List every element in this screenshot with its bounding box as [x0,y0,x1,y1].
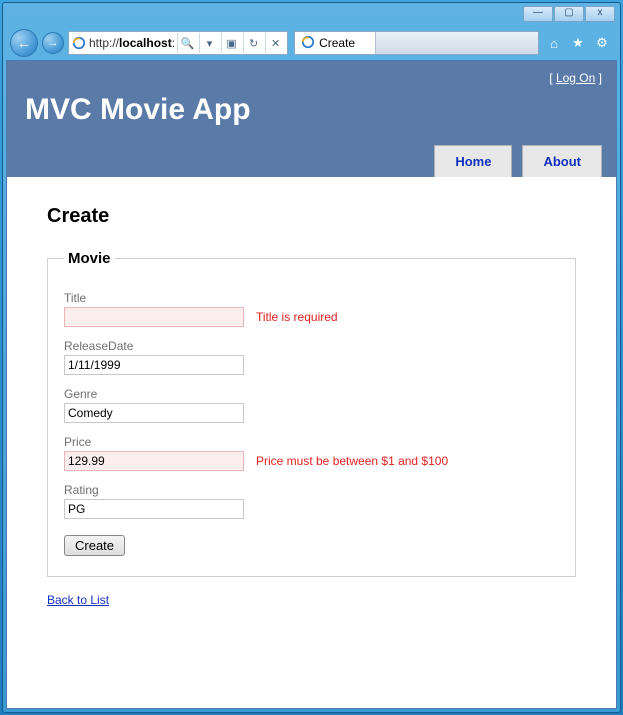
logon-row: [ Log On ] [21,71,602,85]
browser-tab[interactable]: Create [295,32,376,54]
field-title: Title Title is required [64,291,559,327]
movie-fieldset: Movie Title Title is required ReleaseDat… [47,250,576,577]
browser-nav-row: ← → http://localhost: 🔍 ▾ ▣ ↻ ✕ Create [6,26,617,60]
nav-tab-home[interactable]: Home [434,145,512,177]
price-label: Price [64,435,559,449]
page-body: Create Movie Title Title is required Rel… [7,177,616,629]
page-header: [ Log On ] MVC Movie App Home About [7,61,616,177]
title-error: Title is required [256,310,338,324]
back-button[interactable]: ← [10,29,38,57]
app-title: MVC Movie App [21,85,602,145]
field-price: Price Price must be between $1 and $100 [64,435,559,471]
tools-icon[interactable]: ⚙ [593,34,611,52]
favorites-icon[interactable]: ★ [569,34,587,52]
genre-input[interactable] [64,403,244,423]
price-error: Price must be between $1 and $100 [256,454,448,468]
home-icon[interactable]: ⌂ [545,34,563,52]
stop-icon[interactable]: ✕ [265,33,285,53]
tab-strip: Create [294,31,539,55]
genre-label: Genre [64,387,559,401]
releasedate-input[interactable] [64,355,244,375]
field-releasedate: ReleaseDate [64,339,559,375]
tab-title: Create [319,36,355,50]
refresh-icon[interactable]: ↻ [243,33,263,53]
back-to-list-link[interactable]: Back to List [47,593,109,607]
address-dropdown-icon[interactable]: ▾ [199,33,219,53]
window-frame: — ▢ x ← → http://localhost: 🔍 ▾ ▣ ↻ ✕ [2,2,621,713]
close-button[interactable]: x [585,6,615,22]
page-heading: Create [47,205,576,228]
field-genre: Genre [64,387,559,423]
create-button[interactable]: Create [64,535,125,556]
maximize-button[interactable]: ▢ [554,6,584,22]
compat-view-icon[interactable]: ▣ [221,33,241,53]
releasedate-label: ReleaseDate [64,339,559,353]
titlebar: — ▢ x [6,6,617,26]
address-input[interactable]: http://localhost: [89,36,175,50]
title-input[interactable] [64,307,244,327]
field-rating: Rating [64,483,559,519]
nav-tabs: Home About [21,145,602,177]
back-icon: ← [17,35,31,51]
url-suffix: : [172,36,175,50]
url-prefix: http:// [89,36,119,50]
ie-icon [301,35,315,52]
rating-label: Rating [64,483,559,497]
search-icon[interactable]: 🔍 [177,33,197,53]
forward-icon: → [48,37,59,49]
rating-input[interactable] [64,499,244,519]
command-bar: ⌂ ★ ⚙ [543,34,613,52]
title-label: Title [64,291,559,305]
forward-button[interactable]: → [42,32,64,54]
address-bar[interactable]: http://localhost: 🔍 ▾ ▣ ↻ ✕ [68,31,288,55]
nav-tab-about[interactable]: About [522,145,602,177]
url-host: localhost [119,36,172,50]
content-area: [ Log On ] MVC Movie App Home About Crea… [6,60,617,709]
minimize-button[interactable]: — [523,6,553,22]
ie-icon [71,35,87,51]
fieldset-legend: Movie [64,250,115,267]
log-on-link[interactable]: Log On [556,71,595,85]
price-input[interactable] [64,451,244,471]
